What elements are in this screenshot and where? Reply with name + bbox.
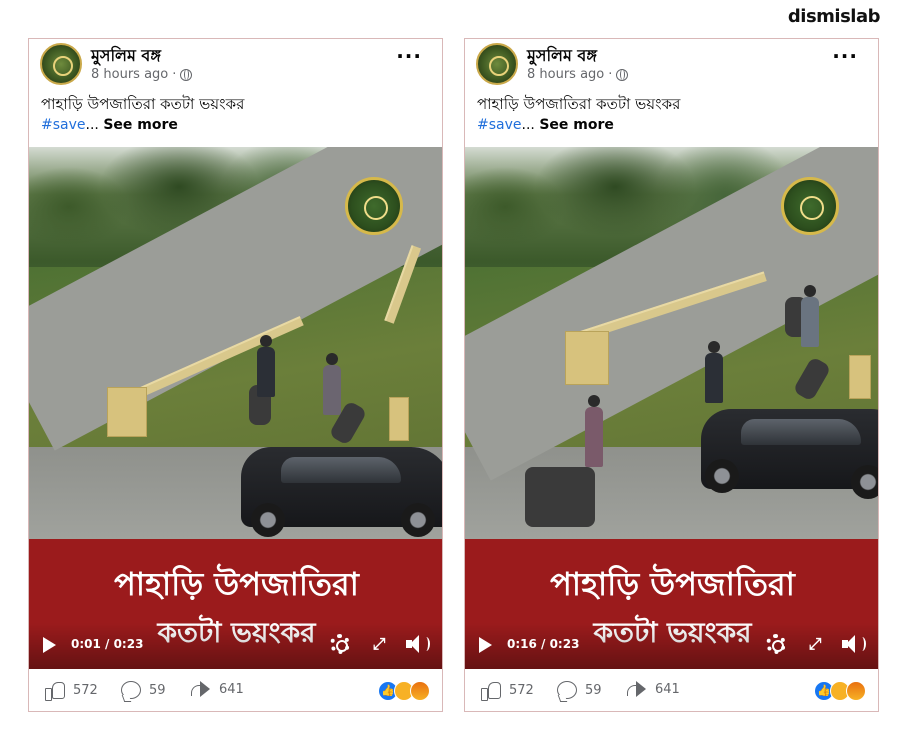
share-count: 641 — [219, 681, 244, 697]
avatar[interactable] — [476, 43, 518, 85]
post-time[interactable]: 8 hours ago — [91, 67, 168, 82]
facebook-post: মুসলিম বঙ্গ 8 hours ago · ··· পাহাড়ি উপ… — [28, 38, 443, 712]
volume-wave-icon — [422, 637, 430, 651]
like-icon — [45, 681, 65, 701]
post-time[interactable]: 8 hours ago — [527, 67, 604, 82]
hashtag-link[interactable]: #save — [41, 117, 86, 133]
bridge-pillar — [389, 397, 409, 441]
share-icon — [191, 681, 211, 697]
comment-button[interactable]: 59 — [557, 681, 602, 699]
page-name[interactable]: মুসলিম বঙ্গ — [91, 43, 161, 70]
like-count: 572 — [73, 682, 98, 698]
video-controls: 0:01 / 0:23 ⤢ — [29, 623, 442, 669]
facebook-post: মুসলিম বঙ্গ 8 hours ago · ··· পাহাড়ি উপ… — [464, 38, 879, 712]
hashtag-line: #save... See more — [41, 117, 178, 133]
comment-icon — [557, 681, 577, 699]
distant-person — [801, 285, 819, 347]
post-meta: 8 hours ago · — [527, 67, 629, 82]
post-meta: 8 hours ago · — [91, 67, 193, 82]
post-footer: 572 59 641 👍 — [29, 669, 442, 711]
fullscreen-icon[interactable]: ⤢ — [370, 635, 388, 653]
brand-logo: dismislab — [787, 6, 881, 27]
post-header: মুসলিম বঙ্গ 8 hours ago · ··· — [465, 39, 878, 91]
post-caption: পাহাড়ি উপজাতিরা কতটা ভয়ংকর — [41, 95, 245, 113]
more-options-icon[interactable]: ··· — [396, 46, 422, 66]
more-options-icon[interactable]: ··· — [832, 46, 858, 66]
motorbike — [525, 467, 595, 527]
video-controls: 0:16 / 0:23 ⤢ — [465, 623, 878, 669]
like-icon — [481, 681, 501, 701]
page-name[interactable]: মুসলিম বঙ্গ — [527, 43, 597, 70]
angry-reaction-icon — [410, 681, 430, 701]
page-watermark — [345, 177, 403, 235]
see-more-link[interactable]: See more — [103, 117, 178, 133]
volume-wave-icon — [858, 637, 866, 651]
page-watermark — [781, 177, 839, 235]
banner-title: পাহাড়ি উপজাতিরা — [114, 565, 359, 603]
play-icon[interactable] — [479, 637, 492, 653]
comment-count: 59 — [585, 682, 602, 698]
comment-count: 59 — [149, 682, 166, 698]
play-icon[interactable] — [43, 637, 56, 653]
avatar[interactable] — [40, 43, 82, 85]
backpack-person — [585, 395, 603, 467]
like-count: 572 — [509, 682, 534, 698]
globe-icon — [180, 68, 193, 81]
bridge-pillar — [565, 331, 609, 385]
reactions-summary[interactable]: 👍 — [814, 681, 868, 701]
gear-icon[interactable] — [330, 634, 350, 654]
angry-reaction-icon — [846, 681, 866, 701]
pedestrian — [323, 353, 341, 415]
video-time: 0:01 / 0:23 — [71, 637, 144, 651]
ellipsis: ... — [85, 117, 99, 133]
comment-icon — [121, 681, 141, 699]
fullscreen-icon[interactable]: ⤢ — [806, 635, 824, 653]
video-player[interactable]: পাহাড়ি উপজাতিরা কতটা ভয়ংকর 0:01 / 0:23… — [29, 147, 442, 669]
ellipsis: ... — [521, 117, 535, 133]
parked-car — [241, 447, 442, 537]
attacker — [705, 341, 723, 403]
globe-icon — [616, 68, 629, 81]
bridge-pillar — [849, 355, 871, 399]
share-button[interactable]: 641 — [191, 681, 244, 697]
post-caption: পাহাড়ি উপজাতিরা কতটা ভয়ংকর — [477, 95, 681, 113]
comment-button[interactable]: 59 — [121, 681, 166, 699]
hashtag-line: #save... See more — [477, 117, 614, 133]
share-count: 641 — [655, 681, 680, 697]
like-button[interactable]: 572 — [481, 681, 534, 701]
gear-icon[interactable] — [766, 634, 786, 654]
banner-title: পাহাড়ি উপজাতিরা — [550, 565, 795, 603]
meta-separator: · — [608, 67, 613, 82]
share-icon — [627, 681, 647, 697]
video-player[interactable]: পাহাড়ি উপজাতিরা কতটা ভয়ংকর 0:16 / 0:23… — [465, 147, 878, 669]
bridge-pillar — [107, 387, 147, 437]
meta-separator: · — [172, 67, 177, 82]
reactions-summary[interactable]: 👍 — [378, 681, 432, 701]
share-button[interactable]: 641 — [627, 681, 680, 697]
video-time: 0:16 / 0:23 — [507, 637, 580, 651]
post-footer: 572 59 641 👍 — [465, 669, 878, 711]
parked-car — [701, 409, 878, 499]
rider — [257, 335, 275, 397]
see-more-link[interactable]: See more — [539, 117, 614, 133]
like-button[interactable]: 572 — [45, 681, 98, 701]
post-header: মুসলিম বঙ্গ 8 hours ago · ··· — [29, 39, 442, 91]
hashtag-link[interactable]: #save — [477, 117, 522, 133]
